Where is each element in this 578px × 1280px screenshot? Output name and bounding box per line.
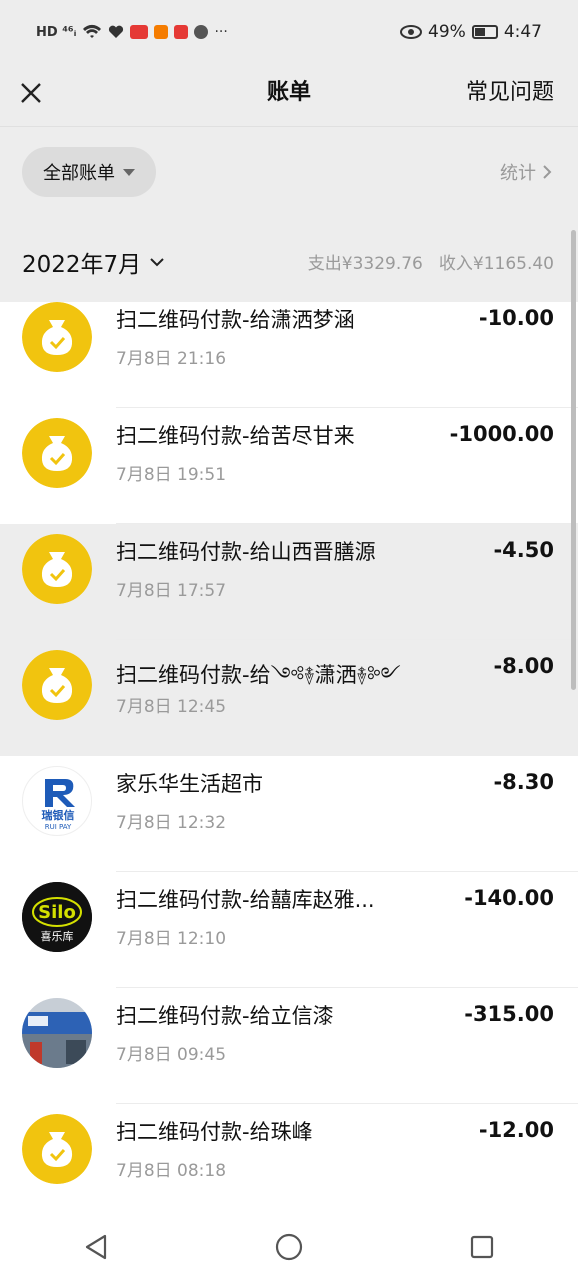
silo-logo-icon: Silo 喜乐库: [22, 882, 92, 952]
app-icon-red: [174, 25, 189, 39]
wechat-pay-bag-icon: [22, 1114, 92, 1184]
transaction-time: 7月8日 21:16: [116, 349, 227, 369]
scrollbar[interactable]: [571, 230, 576, 690]
logo-text: Silo: [38, 902, 76, 923]
status-icons-right: 49% 4:47: [400, 22, 542, 42]
all-bills-filter-button[interactable]: 全部账单: [22, 147, 156, 197]
toutiao-app-icon: [130, 25, 149, 39]
back-triangle-icon: [86, 1234, 107, 1260]
month-summary-bar: 2022年7月 支出¥3329.76 收入¥1165.40: [0, 219, 578, 301]
recents-button[interactable]: [452, 1222, 512, 1272]
transaction-time: 7月8日 17:57: [116, 581, 227, 601]
wechat-pay-bag-icon: [22, 534, 92, 604]
transaction-amount: -8.30: [493, 770, 554, 794]
transaction-row[interactable]: 扫二维码付款-给山西晋膳源 7月8日 17:57 -4.50: [0, 524, 578, 640]
logo-subtext: RUI PAY: [45, 823, 72, 831]
transaction-title: 扫二维码付款-给苦尽甘来: [116, 424, 355, 448]
month-totals: 支出¥3329.76 收入¥1165.40: [308, 249, 554, 274]
clock: 4:47: [503, 22, 542, 42]
transaction-time: 7月8日 09:45: [116, 1045, 227, 1065]
recents-square-icon: [470, 1235, 493, 1259]
status-bar: HD ⁴⁶ᵢ ··· 49% 4:47: [0, 0, 578, 68]
transaction-title: 扫二维码付款-给珠峰: [116, 1120, 313, 1144]
filter-bar: 全部账单 统计: [0, 127, 578, 219]
system-nav-bar: [0, 1214, 578, 1280]
logo-text: 瑞银信: [42, 808, 75, 822]
transaction-row[interactable]: 瑞银信 RUI PAY 家乐华生活超市 7月8日 12:32 -8.30: [0, 756, 578, 872]
chevron-down-icon: [150, 258, 164, 267]
transaction-amount: -315.00: [464, 1002, 554, 1026]
store-photo-avatar: [22, 998, 92, 1068]
transaction-title: 扫二维码付款-给立信漆: [116, 1004, 334, 1028]
wechat-pay-bag-icon: [22, 418, 92, 488]
transaction-amount: -1000.00: [449, 422, 554, 446]
transaction-time: 7月8日 08:18: [116, 1161, 227, 1181]
battery-percent: 49%: [428, 22, 466, 42]
transaction-amount: -4.50: [493, 538, 554, 562]
battery-icon: [471, 25, 498, 39]
logo-subtext: 喜乐库: [41, 930, 74, 943]
network-text: HD ⁴⁶ᵢ: [36, 24, 77, 40]
nav-bar: 账单 常见问题: [0, 68, 578, 127]
eye-icon: [400, 25, 423, 39]
faq-link[interactable]: 常见问题: [466, 74, 554, 106]
transaction-row[interactable]: Silo 喜乐库 扫二维码付款-给囍库赵雅... 7月8日 12:10 -140…: [0, 872, 578, 988]
ruiyinxin-logo-icon: 瑞银信 RUI PAY: [22, 766, 92, 836]
transaction-title: 扫二维码付款-给潇洒梦涵: [116, 308, 355, 332]
transaction-list: 扫二维码付款-给潇洒梦涵 7月8日 21:16 -10.00 扫二维码付款-给苦…: [0, 302, 578, 1214]
heart-icon: [109, 25, 124, 38]
transaction-time: 7月8日 12:10: [116, 929, 227, 949]
stats-link[interactable]: 统计: [500, 159, 552, 185]
income-total: 收入¥1165.40: [438, 254, 554, 274]
transaction-row[interactable]: 扫二维码付款-给潇洒梦涵 7月8日 21:16 -10.00: [0, 302, 578, 408]
transaction-amount: -12.00: [478, 1118, 554, 1142]
wechat-pay-bag-icon: [22, 650, 92, 720]
stats-label: 统计: [500, 163, 536, 184]
app-icon-orange: [154, 25, 169, 39]
transaction-row[interactable]: 扫二维码付款-给༺࿈潇洒࿈༻ 7月8日 12:45 -8.00: [0, 640, 578, 756]
app-icon-dark: [194, 25, 209, 39]
chevron-right-icon: [543, 165, 552, 179]
month-picker[interactable]: 2022年7月: [22, 245, 165, 279]
home-button[interactable]: [259, 1222, 319, 1272]
home-circle-icon: [275, 1233, 303, 1261]
status-icons-left: HD ⁴⁶ᵢ ···: [36, 24, 228, 40]
wifi-icon: [83, 24, 102, 38]
transaction-row[interactable]: 扫二维码付款-给立信漆 7月8日 09:45 -315.00: [0, 988, 578, 1104]
transaction-title: 家乐华生活超市: [116, 772, 263, 796]
more-notifications-icon: ···: [214, 24, 228, 40]
transaction-amount: -10.00: [478, 306, 554, 330]
transaction-row[interactable]: 扫二维码付款-给珠峰 7月8日 08:18 -12.00: [0, 1104, 578, 1214]
transaction-amount: -8.00: [493, 654, 554, 678]
expense-total: 支出¥3329.76: [307, 254, 423, 274]
wechat-pay-bag-icon: [22, 302, 92, 372]
transaction-title: 扫二维码付款-给囍库赵雅...: [116, 888, 375, 912]
transaction-time: 7月8日 12:45: [116, 697, 227, 717]
month-label: 2022年7月: [22, 252, 142, 278]
transaction-row[interactable]: 扫二维码付款-给苦尽甘来 7月8日 19:51 -1000.00: [0, 408, 578, 524]
filter-label: 全部账单: [43, 163, 115, 184]
caret-down-icon: [123, 168, 135, 176]
transaction-time: 7月8日 12:32: [116, 813, 227, 833]
back-button[interactable]: [66, 1222, 126, 1272]
transaction-title: 扫二维码付款-给山西晋膳源: [116, 540, 376, 564]
transaction-amount: -140.00: [464, 886, 554, 910]
transaction-time: 7月8日 19:51: [116, 465, 227, 485]
